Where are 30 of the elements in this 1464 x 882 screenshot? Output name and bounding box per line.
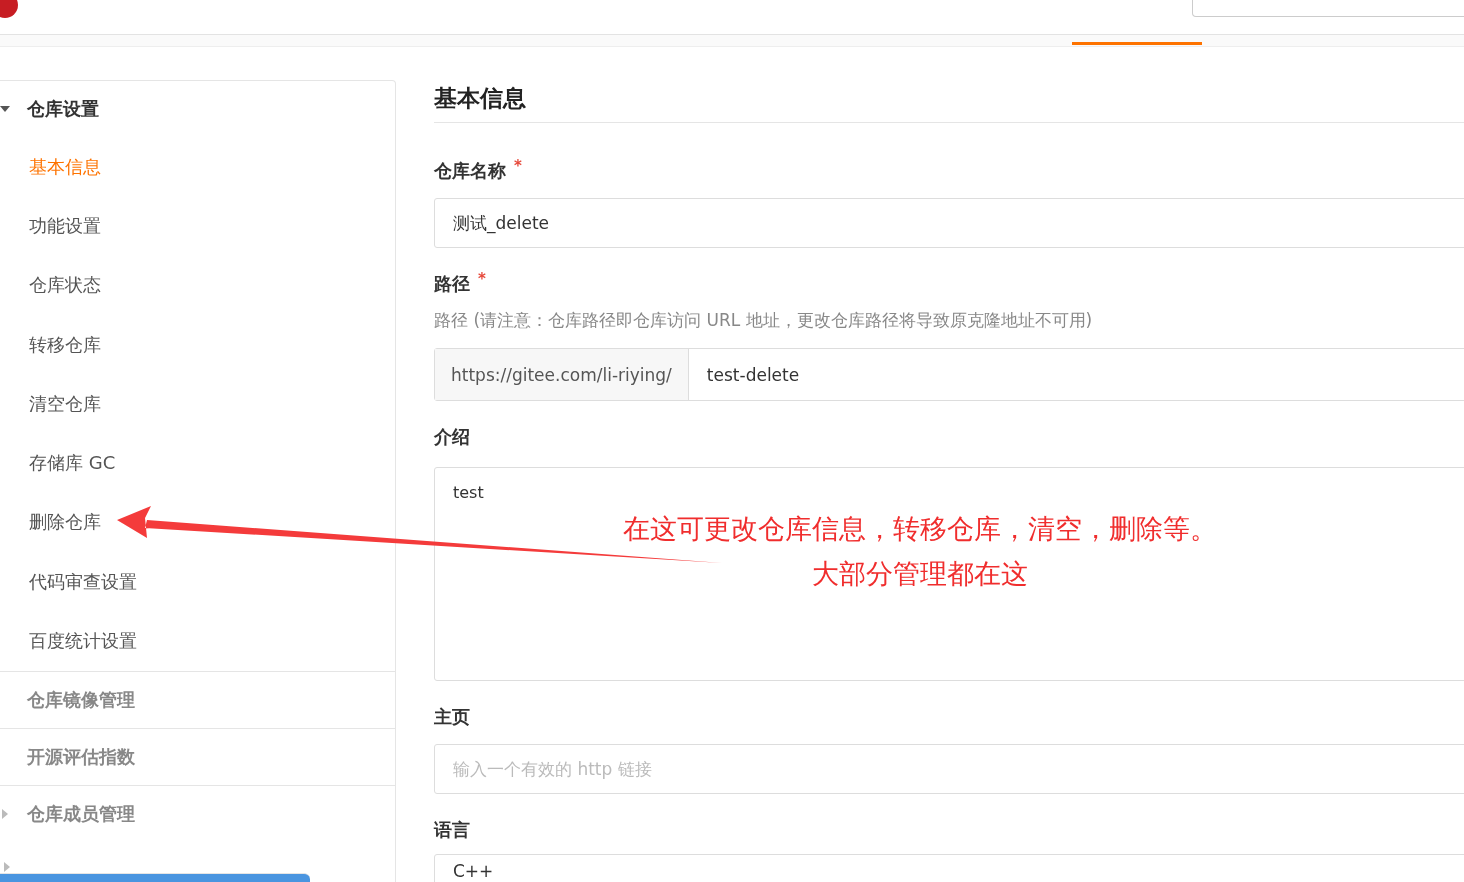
- search-field[interactable]: [1192, 0, 1464, 17]
- sidebar-item[interactable]: 百度统计设置: [0, 611, 395, 671]
- input-field[interactable]: 测试_delete: [434, 198, 1464, 248]
- required-mark: *: [514, 159, 522, 177]
- sidebar-item[interactable]: 存储库 GC: [0, 433, 395, 493]
- sidebar-item[interactable]: 清空仓库: [0, 374, 395, 434]
- sidebar-group[interactable]: 仓库成员管理: [0, 785, 395, 842]
- field-label: 介绍: [434, 425, 470, 449]
- path-value: test-delete: [705, 364, 801, 385]
- sidebar-item[interactable]: 删除仓库: [0, 492, 395, 553]
- field-label: 仓库名称: [434, 159, 506, 183]
- field-hint: 路径 (请注意：仓库路径即仓库访问 URL 地址，更改仓库路径将导致原克隆地址不可用): [434, 309, 1094, 332]
- sidebar-item[interactable]: 代码审查设置: [0, 552, 395, 612]
- field-label: 主页: [434, 705, 470, 729]
- sidebar-item[interactable]: 功能设置: [0, 196, 395, 256]
- annotation-line: 大部分管理都在这: [811, 557, 1029, 591]
- sidebar-item[interactable]: 仓库状态: [0, 255, 395, 315]
- sidebar-group[interactable]: 仓库镜像管理: [0, 671, 395, 728]
- sidebar-item[interactable]: 转移仓库: [0, 314, 395, 375]
- section-title: 基本信息: [434, 80, 1464, 123]
- input-field[interactable]: C++: [434, 854, 1464, 882]
- required-mark: *: [478, 272, 486, 290]
- input-field[interactable]: 输入一个有效的 http 链接: [434, 744, 1464, 794]
- field-label: 语言: [434, 818, 470, 842]
- path-field[interactable]: https://gitee.com/li-riying/ test-delete: [434, 348, 1464, 401]
- sidebar-group[interactable]: 仓库设置: [0, 81, 395, 137]
- field-label: 路径: [434, 272, 470, 296]
- path-prefix: https://gitee.com/li-riying/: [435, 349, 689, 400]
- sidebar-group[interactable]: 开源评估指数: [0, 728, 395, 785]
- annotation-line: 在这可更改仓库信息，转移仓库，清空，删除等。: [622, 512, 1218, 546]
